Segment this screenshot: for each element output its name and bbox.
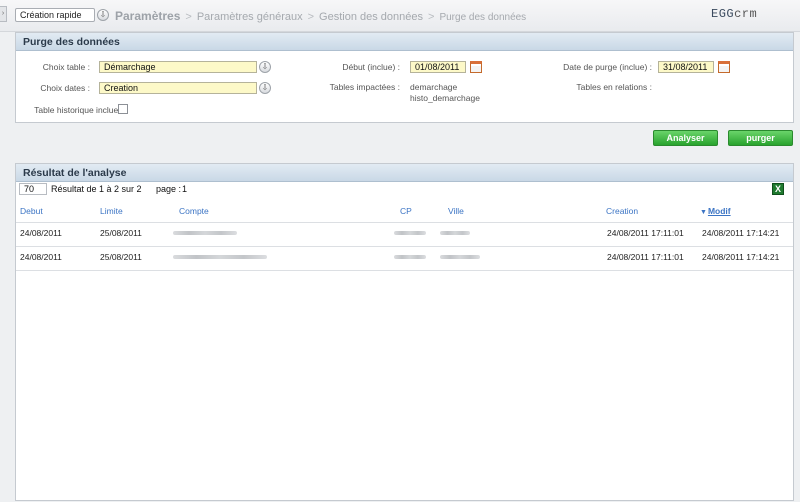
choix-dates-label: Choix dates : xyxy=(40,83,90,93)
debut-label: Début (inclue) : xyxy=(342,62,400,72)
cell-cp-redacted xyxy=(394,255,426,259)
column-header-cp[interactable]: CP xyxy=(400,206,412,216)
logo-main-text: EGG xyxy=(711,7,735,21)
cell-cp-redacted xyxy=(394,231,426,235)
column-header-modif-label: Modif xyxy=(707,206,731,216)
cell-modif: 24/08/2011 17:14:21 xyxy=(702,252,780,262)
breadcrumb-purge-donnees: Purge des données xyxy=(439,12,527,23)
analyser-button[interactable]: Analyser xyxy=(653,130,718,146)
column-header-debut[interactable]: Debut xyxy=(20,206,43,216)
sort-desc-icon: ▼ xyxy=(700,209,707,216)
quick-create-select[interactable]: Création rapide xyxy=(15,8,95,22)
column-header-compte[interactable]: Compte xyxy=(179,206,209,216)
choix-table-dropdown-icon[interactable]: ⇩ xyxy=(259,61,271,73)
choix-table-select[interactable]: Démarchage xyxy=(99,61,257,73)
result-summary: Résultat de 1 à 2 sur 2 xyxy=(51,184,142,194)
excel-icon[interactable]: X xyxy=(772,183,784,195)
choix-table-label: Choix table : xyxy=(42,62,90,72)
table-impactee-item: histo_demarchage xyxy=(410,93,480,103)
top-bar: › Création rapide ⇩ Paramètres > Paramètre… xyxy=(0,0,800,32)
cell-debut: 24/08/2011 xyxy=(20,228,62,238)
app-logo: EGGcrm xyxy=(711,7,757,21)
breadcrumb-gestion-donnees[interactable]: Gestion des données xyxy=(319,11,423,23)
quick-create-dropdown-icon[interactable]: ⇩ xyxy=(97,9,109,21)
cell-limite: 25/08/2011 xyxy=(100,228,142,238)
cell-modif: 24/08/2011 17:14:21 xyxy=(702,228,780,238)
tables-impactees-label: Tables impactées : xyxy=(329,82,400,92)
sidebar-toggle[interactable]: › xyxy=(0,6,7,22)
logo-suffix-text: crm xyxy=(734,7,758,21)
result-panel-title: Résultat de l'analyse xyxy=(16,164,793,182)
cell-compte-redacted xyxy=(173,231,237,235)
breadcrumb-parametres[interactable]: Paramètres xyxy=(115,9,180,23)
tables-relations-label: Tables en relations : xyxy=(576,82,652,92)
column-header-creation[interactable]: Creation xyxy=(606,206,638,216)
purger-button[interactable]: purger xyxy=(728,130,793,146)
column-header-limite[interactable]: Limite xyxy=(100,206,123,216)
date-purge-label: Date de purge (inclue) : xyxy=(563,62,652,72)
breadcrumb-separator: > xyxy=(185,11,192,23)
cell-creation: 24/08/2011 17:11:01 xyxy=(607,252,684,262)
historique-checkbox[interactable] xyxy=(118,104,128,114)
debut-date-input[interactable]: 01/08/2011 xyxy=(410,61,466,73)
table-divider xyxy=(16,246,793,247)
column-header-ville[interactable]: Ville xyxy=(448,206,464,216)
table-divider xyxy=(16,270,793,271)
cell-limite: 25/08/2011 xyxy=(100,252,142,262)
cell-ville-redacted xyxy=(440,255,480,259)
breadcrumb: Paramètres > Paramètres généraux > Gestion d… xyxy=(115,9,526,23)
cell-compte-redacted xyxy=(173,255,267,259)
breadcrumb-separator: > xyxy=(307,11,315,23)
cell-ville-redacted xyxy=(440,231,470,235)
date-purge-input[interactable]: 31/08/2011 xyxy=(658,61,714,73)
result-panel: Résultat de l'analyse 70 Résultat de 1 à… xyxy=(15,163,794,501)
column-header-modif[interactable]: ▼Modif xyxy=(700,206,731,216)
choix-dates-select[interactable]: Creation xyxy=(99,82,257,94)
table-impactee-item: demarchage xyxy=(410,82,458,92)
cell-creation: 24/08/2011 17:11:01 xyxy=(607,228,684,238)
cell-debut: 24/08/2011 xyxy=(20,252,62,262)
historique-label: Table historique inclue : xyxy=(34,105,123,115)
breadcrumb-separator: > xyxy=(428,11,435,23)
page-number[interactable]: 1 xyxy=(182,184,187,194)
date-purge-calendar-icon[interactable] xyxy=(718,61,730,73)
debut-calendar-icon[interactable] xyxy=(470,61,482,73)
purge-panel-title: Purge des données xyxy=(16,33,793,51)
breadcrumb-parametres-generaux[interactable]: Paramètres généraux xyxy=(197,11,303,23)
page-label: page : xyxy=(156,184,182,194)
purge-panel: Purge des données Choix table : Démarcha… xyxy=(15,32,794,123)
table-divider xyxy=(16,222,793,223)
choix-dates-dropdown-icon[interactable]: ⇩ xyxy=(259,82,271,94)
page-size-input[interactable]: 70 xyxy=(19,183,47,195)
